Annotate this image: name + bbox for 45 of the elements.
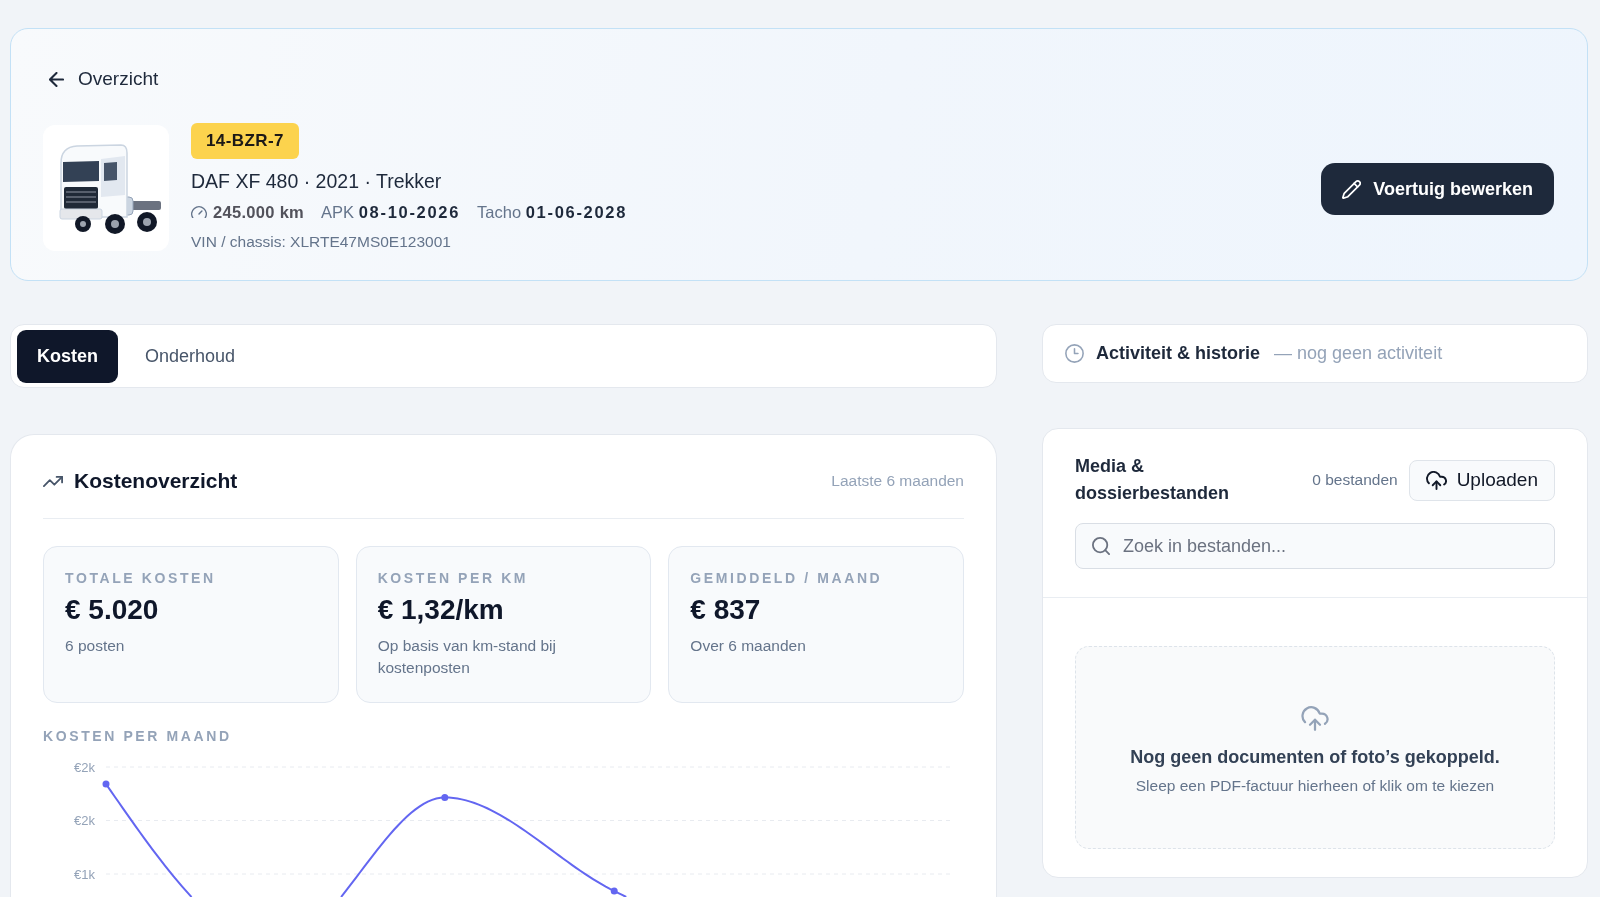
upload-button[interactable]: Uploaden [1408,459,1555,501]
section-title: Kostenoverzicht [74,469,238,493]
search-field[interactable]: Zoek in bestanden... [1075,523,1555,569]
activity-status: — nog geen activiteit [1274,343,1443,364]
pencil-icon [1342,179,1362,199]
search-icon [1092,537,1110,555]
upload-dropzone[interactable]: Nog geen documenten of foto’s gekoppeld. Sleep een PDF-factuur hierheen of klik om te kiezen [1075,646,1555,849]
clock-icon [1065,344,1084,363]
stat-note: 6 posten [65,636,125,656]
cloud-upload-icon [1301,705,1329,731]
cloud-upload-icon [1425,470,1447,490]
stat-value: € 837 [690,593,761,627]
axis-label: €2k [74,759,95,775]
stat-value: € 5.020 [65,593,159,627]
file-count: 0 bestanden [1312,471,1398,489]
vehicle-title: DAF XF 480 · 2021 · Trekker [191,169,442,194]
axis-label: €1k [74,866,95,882]
data-point [102,780,110,788]
axis-label: €2k [74,813,95,828]
gauge-icon [191,205,207,219]
vin-number: VIN / chassis: XLRTE47MS0E123001 [191,232,451,252]
trend-arrow-icon [43,475,63,487]
arrow-left-icon [49,71,64,87]
chart-title: KOSTEN PER MAAND [43,727,232,745]
odometer-reading: 245.000 km [213,202,305,223]
stat-label: KOSTEN PER KM [377,569,529,587]
tacho-date: Tacho 01-06-2028 [477,202,628,223]
stat-note: Over 6 maanden [690,636,806,656]
data-point [441,794,449,801]
stat-label: GEMIDDELD / MAAND [690,569,883,587]
activity-title: Activiteit & historie [1096,343,1261,364]
stat-value: € 1,32/km [377,593,504,627]
data-point [610,887,618,895]
tab[interactable]: Onderhoud [125,329,256,383]
back-link[interactable]: Overzicht [43,63,165,95]
stat-note: Op basis van km-stand bij kostenposten [377,636,557,678]
apk-date: APK 08-10-2026 [321,202,461,223]
empty-state-hint: Sleep een PDF-factuur hierheen of klik om te kiezen [1135,775,1495,796]
edit-button[interactable]: Voertuig bewerken [1321,163,1554,215]
license-plate: 14-BZR-7 [191,123,299,159]
stat-label: TOTALE KOSTEN [65,569,216,587]
period-label: Laatste 6 maanden [831,472,964,490]
tab[interactable]: Kosten [17,329,118,383]
empty-state-title: Nog geen documenten of foto’s gekoppeld. [1130,745,1500,768]
media-title: Media & dossierbestanden [1075,455,1231,505]
